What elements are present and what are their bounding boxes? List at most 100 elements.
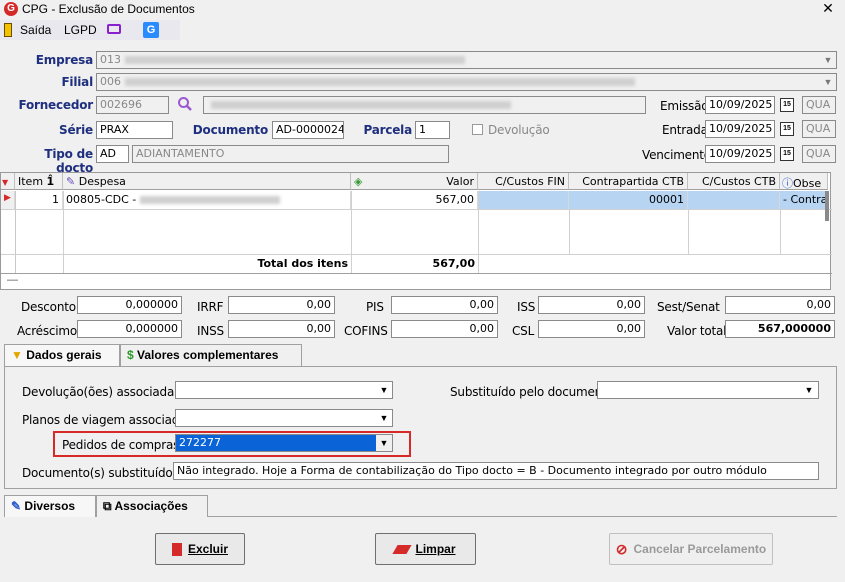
inss-field[interactable]: 0,00 [228, 320, 335, 338]
substituido-select[interactable] [597, 381, 819, 399]
serie-field[interactable]: PRAX [96, 121, 173, 139]
chevron-down-icon[interactable]: ▼ [801, 382, 817, 398]
pis-field[interactable]: 0,00 [391, 296, 498, 314]
entrada-field[interactable]: 10/09/2025 [705, 120, 775, 138]
grid-header-valor[interactable]: ◈ Valor [351, 173, 478, 190]
cancelar-parcelamento-button[interactable]: ⊘ Cancelar Parcelamento [609, 533, 773, 565]
g-app-icon[interactable]: G [143, 22, 159, 38]
chevron-down-icon[interactable]: ▼ [376, 410, 392, 426]
filial-value: 006 [100, 75, 121, 88]
grid-header-despesa[interactable]: ✎ Despesa [63, 173, 351, 190]
grid-header-item[interactable]: Item 1̂ [15, 173, 63, 190]
documento-field[interactable]: AD-0000024 [272, 121, 344, 139]
csl-label: CSL [512, 324, 535, 338]
table-row-despesa[interactable]: 00805-CDC - [63, 191, 351, 209]
tab-dados-gerais[interactable]: ▼ Dados gerais [4, 344, 120, 366]
lgpd-button[interactable]: LGPD [64, 23, 97, 37]
chevron-down-icon[interactable]: ▼ [376, 382, 392, 398]
filial-dropdown-icon[interactable]: ▼ [820, 74, 836, 90]
tipo-docto-desc-field: ADIANTAMENTO [132, 145, 449, 163]
close-icon[interactable]: ✕ [820, 0, 836, 17]
fornecedor-code-field[interactable]: 002696 [96, 96, 169, 114]
excluir-button[interactable]: Excluir [155, 533, 245, 565]
money-icon: ◈ [354, 175, 363, 188]
limpar-button[interactable]: Limpar [375, 533, 476, 565]
table-row-valor[interactable]: 567,00 [351, 191, 478, 209]
documento-label: Documento [192, 123, 268, 137]
cancel-icon: ⊘ [615, 540, 628, 557]
iss-field[interactable]: 0,00 [538, 296, 645, 314]
tab-associacoes[interactable]: ⧉ Associações [96, 495, 208, 517]
table-row-cc-fin[interactable] [478, 191, 569, 209]
cofins-field[interactable]: 0,00 [391, 320, 498, 338]
table-row-contrapartida[interactable]: 00001 [569, 191, 688, 209]
grid-scrollbar[interactable] [825, 191, 829, 221]
fornecedor-name-field [203, 96, 646, 114]
serie-label: Série [59, 123, 93, 137]
devolucao-checkbox[interactable] [472, 124, 483, 135]
inss-label: INSS [197, 324, 224, 338]
tipo-docto-code-field[interactable]: AD [96, 145, 129, 163]
grid-minus-icon[interactable]: — [7, 274, 18, 286]
acrescimo-field[interactable]: 0,000000 [77, 320, 182, 338]
vencimento-label: Vencimento [642, 148, 711, 162]
devolucoes-select[interactable] [175, 381, 393, 399]
total-value: 567,00 [432, 257, 475, 270]
exit-door-icon[interactable] [4, 23, 12, 37]
parcela-field[interactable]: 1 [415, 121, 450, 139]
sest-label: Sest/Senat [657, 300, 720, 314]
sort-icon: 1̂ [46, 175, 55, 188]
network-icon: ⧉ [103, 499, 112, 513]
irrf-label: IRRF [197, 300, 224, 314]
desconto-field[interactable]: 0,000000 [77, 296, 182, 314]
fornecedor-label: Fornecedor [18, 98, 93, 112]
valor-total-field: 567,000000 [725, 320, 835, 338]
vencimento-field[interactable]: 10/09/2025 [705, 145, 775, 163]
calendar-icon[interactable]: 15 [780, 122, 794, 136]
tab-valores-complementares[interactable]: $ Valores complementares [120, 344, 302, 366]
valor-total-label: Valor total [667, 324, 727, 338]
tab-diversos[interactable]: ✎ Diversos [4, 495, 96, 517]
irrf-field[interactable]: 0,00 [228, 296, 335, 314]
window-title: CPG - Exclusão de Documentos [22, 2, 195, 16]
chevron-down-icon[interactable]: ▼ [376, 435, 392, 451]
sest-field[interactable]: 0,00 [725, 296, 835, 314]
grid-header-cc-fin[interactable]: C/Custos FIN [478, 173, 569, 190]
entrada-label: Entrada [662, 123, 708, 137]
filial-label: Filial [61, 75, 93, 89]
substituido-label: Substituído pelo documento [450, 385, 614, 399]
toolbar: Saída LGPD G [0, 20, 180, 40]
docsubst-field[interactable]: Não integrado. Hoje a Forma de contabili… [173, 462, 819, 480]
dollar-icon: $ [127, 348, 134, 362]
grid-header-contrapartida[interactable]: Contrapartida CTB [569, 173, 688, 190]
csl-field[interactable]: 0,00 [538, 320, 645, 338]
items-grid[interactable]: ▼ Item 1̂ ✎ Despesa ◈ Valor C/Custos FIN … [0, 172, 832, 290]
total-label: Total dos itens [257, 257, 348, 270]
docsubst-label: Documento(s) substituído(s) [22, 466, 188, 480]
filter-triangle-icon: ▼ [2, 178, 9, 187]
saida-button[interactable]: Saída [20, 23, 51, 37]
desconto-label: Desconto [21, 300, 76, 314]
calendar-icon[interactable]: 15 [780, 147, 794, 161]
filial-field[interactable]: 006 [96, 73, 837, 91]
pedidos-label: Pedidos de compras [62, 438, 180, 452]
despesa-icon: ✎ [66, 175, 76, 188]
cofins-label: COFINS [344, 324, 388, 338]
search-icon[interactable] [177, 96, 192, 111]
emissao-label: Emissão [660, 99, 709, 113]
table-row-obs[interactable]: - Contrap [780, 191, 828, 209]
calendar-icon[interactable]: 15 [780, 98, 794, 112]
pedidos-select[interactable]: 272277 [175, 434, 393, 452]
table-row-cc-ctb[interactable] [688, 191, 780, 209]
grid-header-cc-ctb[interactable]: C/Custos CTB [688, 173, 780, 190]
monitor-icon[interactable] [107, 24, 121, 34]
app-logo-icon: G [4, 2, 18, 16]
emissao-field[interactable]: 10/09/2025 [705, 96, 775, 114]
trash-icon [171, 542, 182, 556]
table-row-item[interactable]: 1 [15, 191, 63, 209]
planos-select[interactable] [175, 409, 393, 427]
empresa-dropdown-icon[interactable]: ▼ [820, 52, 836, 68]
empresa-field[interactable]: 013 [96, 51, 837, 69]
grid-header-marker: ▼ [1, 173, 15, 190]
grid-header-obs[interactable]: ⓘObse [780, 173, 828, 190]
